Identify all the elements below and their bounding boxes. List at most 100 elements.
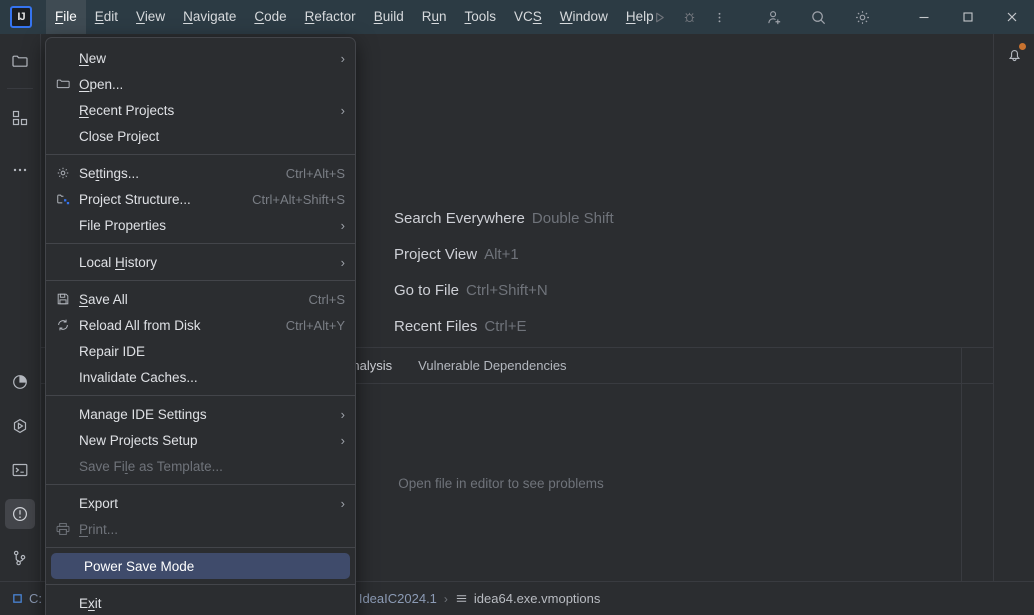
shortcut-action: Go to File (394, 282, 460, 299)
settings-gear-icon[interactable] (840, 0, 884, 34)
intellij-logo-icon[interactable]: IJ (10, 6, 32, 28)
menu-item-label: Project Structure... (79, 191, 191, 207)
menu-item-power-save-mode[interactable]: Power Save Mode (51, 553, 350, 579)
menu-item-label: Recent Projects (79, 102, 175, 118)
menu-navigate[interactable]: Navigate (174, 0, 245, 34)
breadcrumb-item[interactable]: IdeaIC2024.1 (359, 591, 437, 606)
menu-tools[interactable]: Tools (456, 0, 506, 34)
run-icon[interactable] (644, 0, 674, 34)
menu-window[interactable]: Window (551, 0, 617, 34)
menu-edit[interactable]: Edit (86, 0, 127, 34)
menu-item-label: File Properties (79, 217, 167, 233)
menu-file[interactable]: File (46, 0, 86, 34)
debug-icon[interactable] (674, 0, 704, 34)
menu-separator (46, 395, 355, 396)
close-icon[interactable] (990, 0, 1034, 34)
left-stripe-bottom-group (5, 353, 35, 581)
tab-vulnerable-dependencies[interactable]: Vulnerable Dependencies (418, 358, 566, 373)
menu-item-icon-slot (46, 212, 79, 238)
menu-item-export[interactable]: Export › (46, 490, 355, 516)
more-vertical-icon[interactable] (704, 0, 734, 34)
menu-item-label: Save File as Template... (79, 458, 223, 474)
add-user-icon[interactable] (752, 0, 796, 34)
menu-item-label: New Projects Setup (79, 432, 198, 448)
menu-item-label: Invalidate Caches... (79, 369, 198, 385)
menu-item-file-properties[interactable]: File Properties › (46, 212, 355, 238)
menu-item-save-file-as-template: Save File as Template... (46, 453, 355, 479)
menu-item-icon-slot (46, 45, 79, 71)
titlebar-right-controls (644, 0, 1034, 34)
menu-item-manage-ide-settings[interactable]: Manage IDE Settings › (46, 401, 355, 427)
shortcut-action: Search Everywhere (394, 210, 525, 227)
left-tool-window-stripe (0, 34, 41, 581)
run-panel-icon[interactable] (5, 411, 35, 441)
chevron-right-icon: › (340, 254, 345, 270)
menu-separator (46, 154, 355, 155)
menu-item-invalidate-caches[interactable]: Invalidate Caches... (46, 364, 355, 390)
notification-bell-icon[interactable] (994, 34, 1034, 74)
menu-item-shortcut: Ctrl+Alt+Y (285, 317, 345, 333)
chevron-right-icon: › (340, 217, 345, 233)
profiler-chart-icon[interactable] (5, 367, 35, 397)
menu-item-label: Repair IDE (79, 343, 146, 359)
more-tool-windows-icon[interactable] (5, 155, 35, 185)
menu-item-icon-slot (46, 453, 79, 479)
menu-item-new-projects-setup[interactable]: New Projects Setup › (46, 427, 355, 453)
shortcut-action: Recent Files (394, 318, 478, 335)
menu-item-label: Export (79, 495, 119, 511)
structure-blocks-icon[interactable] (5, 103, 35, 133)
menu-item-label: Exit (79, 595, 102, 611)
menu-item-repair-ide[interactable]: Repair IDE (46, 338, 355, 364)
menu-item-reload-all-from-disk[interactable]: Reload All from Disk Ctrl+Alt+Y (46, 312, 355, 338)
file-lines-icon (455, 592, 468, 605)
menu-item-new[interactable]: New › (46, 45, 355, 71)
version-control-branch-icon[interactable] (5, 543, 35, 573)
menu-separator (46, 547, 355, 548)
menu-item-close-project[interactable]: Close Project (46, 123, 355, 149)
problems-warning-icon[interactable] (5, 499, 35, 529)
menu-item-project-structure[interactable]: Project Structure... Ctrl+Alt+Shift+S (46, 186, 355, 212)
menu-item-label: Print... (79, 521, 119, 537)
menu-item-icon-slot (51, 553, 84, 579)
chevron-right-icon: › (340, 102, 345, 118)
welcome-shortcut-row: Search Everywhere Double Shift (394, 210, 614, 227)
menu-item-local-history[interactable]: Local History › (46, 249, 355, 275)
stripe-divider (7, 88, 33, 89)
menu-item-icon-slot (46, 427, 79, 453)
chevron-right-icon: › (340, 495, 345, 511)
maximize-icon[interactable] (946, 0, 990, 34)
menu-item-label: New (79, 50, 107, 66)
menu-vcs[interactable]: VCS (505, 0, 551, 34)
menu-item-icon-slot (46, 97, 79, 123)
breadcrumb-item[interactable]: C: (29, 591, 42, 606)
right-tool-window-stripe (993, 34, 1034, 581)
menu-item-open[interactable]: Open... (46, 71, 355, 97)
menu-item-icon-slot (46, 490, 79, 516)
menu-code[interactable]: Code (245, 0, 295, 34)
menu-run[interactable]: Run (413, 0, 456, 34)
menu-build[interactable]: Build (365, 0, 413, 34)
menu-view[interactable]: View (127, 0, 174, 34)
project-folder-icon[interactable] (5, 46, 35, 76)
menu-item-icon-slot (46, 401, 79, 427)
search-icon[interactable] (796, 0, 840, 34)
menu-item-exit[interactable]: Exit (46, 590, 355, 615)
menu-item-label: Settings... (79, 165, 140, 181)
menu-separator (46, 243, 355, 244)
menu-item-save-all[interactable]: Save All Ctrl+S (46, 286, 355, 312)
terminal-icon[interactable] (5, 455, 35, 485)
minimize-icon[interactable] (902, 0, 946, 34)
shortcut-key: Double Shift (531, 210, 614, 227)
breadcrumb-file[interactable]: idea64.exe.vmoptions (474, 591, 600, 606)
menu-item-recent-projects[interactable]: Recent Projects › (46, 97, 355, 123)
welcome-shortcuts-list: Search Everywhere Double Shift Project Vie… (394, 210, 614, 335)
notification-badge (1019, 43, 1026, 50)
welcome-shortcut-row: Go to File Ctrl+Shift+N (394, 282, 614, 299)
menu-item-settings[interactable]: Settings... Ctrl+Alt+S (46, 160, 355, 186)
menu-item-label: Close Project (79, 128, 160, 144)
shortcut-key: Ctrl+E (484, 318, 527, 335)
intellij-idea-window: IJ File Edit View Navigate Code Refactor Build… (0, 0, 1034, 615)
menu-refactor[interactable]: Refactor (296, 0, 365, 34)
welcome-shortcut-row: Recent Files Ctrl+E (394, 318, 614, 335)
main-menu-bar: File Edit View Navigate Code Refactor Build Run… (46, 0, 663, 34)
